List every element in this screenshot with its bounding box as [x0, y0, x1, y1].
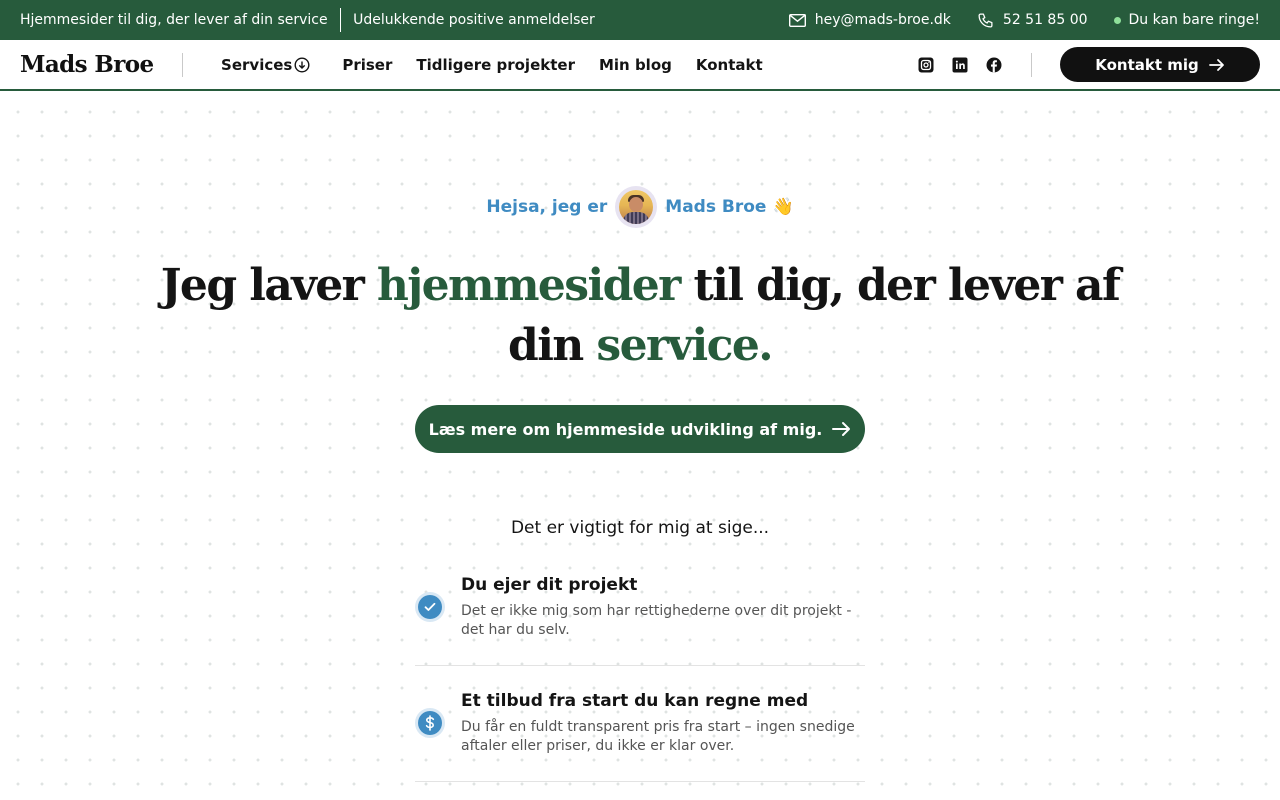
phone-text: 52 51 85 00	[1002, 12, 1088, 28]
arrow-right-icon	[832, 422, 851, 436]
main-nav: Services Priser Tidligere projekter Min …	[221, 56, 787, 74]
divider	[339, 8, 342, 32]
section-intro: Det er vigtigt for mig at sige...	[510, 518, 770, 538]
headline-part1: Jeg laver	[160, 260, 377, 311]
nav-kontakt[interactable]: Kontakt	[696, 56, 763, 74]
phone-icon	[978, 12, 993, 28]
feature-item: Et tilbud fra start du kan regne med Du …	[415, 691, 865, 761]
phone-link[interactable]: 52 51 85 00	[977, 12, 1088, 29]
feature-description: Du får en fuldt transparent pris fra sta…	[461, 719, 855, 754]
greeting-text: Hejsa, jeg er	[486, 197, 608, 217]
page-title: Jeg laver hjemmesider til dig, der lever…	[140, 256, 1140, 376]
top-bar: Hjemmesider til dig, der lever af din se…	[0, 0, 1280, 40]
site-header: Mads Broe Services Priser Tidligere proj…	[0, 40, 1280, 91]
nav-label: Services	[221, 55, 293, 74]
learn-more-label: Læs mere om hjemmeside udvikling af mig.	[428, 419, 823, 439]
contact-button[interactable]: Kontakt mig	[1060, 47, 1260, 82]
nav-tidligere-projekter[interactable]: Tidligere projekter	[416, 56, 575, 74]
mail-icon	[788, 13, 806, 27]
check-icon	[415, 592, 445, 622]
hero-greeting: Hejsa, jeg er Mads Broe 👋	[0, 186, 1280, 228]
chevron-down-circle-icon	[294, 56, 310, 73]
feature-title: Du ejer dit projekt	[461, 575, 638, 595]
contact-button-label: Kontakt mig	[1095, 55, 1199, 74]
email-link[interactable]: hey@mads-broe.dk	[788, 12, 951, 28]
linkedin-icon[interactable]	[951, 56, 969, 74]
reviews-text: Udelukkende positive anmeldelser	[353, 12, 595, 28]
headline-highlight-2: service.	[596, 320, 773, 371]
tagline: Hjemmesider til dig, der lever af din se…	[20, 12, 328, 28]
feature-description: Det er ikke mig som har rettighederne ov…	[461, 603, 852, 638]
arrow-right-icon	[1208, 58, 1224, 71]
divider	[181, 52, 184, 77]
divider	[1030, 52, 1032, 77]
dollar-icon	[415, 708, 445, 738]
divider	[415, 781, 865, 782]
learn-more-button[interactable]: Læs mere om hjemmeside udvikling af mig.	[415, 405, 865, 453]
instagram-icon[interactable]	[917, 56, 935, 74]
feature-item: Du ejer dit projekt Det er ikke mig som …	[415, 575, 865, 645]
social-links	[901, 56, 1003, 74]
headline-highlight-1: hjemmesider	[376, 260, 681, 311]
availability-status: Du kan bare ringe!	[1113, 12, 1260, 28]
status-dot-icon	[1113, 16, 1121, 24]
status-text: Du kan bare ringe!	[1128, 12, 1260, 28]
nav-priser[interactable]: Priser	[342, 56, 392, 74]
avatar	[615, 186, 658, 228]
email-text: hey@mads-broe.dk	[814, 12, 951, 28]
divider	[415, 665, 865, 666]
logo[interactable]: Mads Broe	[20, 51, 154, 78]
greeting-name: Mads Broe	[665, 197, 767, 217]
nav-min-blog[interactable]: Min blog	[599, 56, 672, 74]
feature-title: Et tilbud fra start du kan regne med	[461, 691, 809, 711]
nav-services[interactable]: Services	[221, 56, 310, 74]
wave-icon: 👋	[772, 197, 794, 217]
facebook-icon[interactable]	[985, 56, 1003, 74]
